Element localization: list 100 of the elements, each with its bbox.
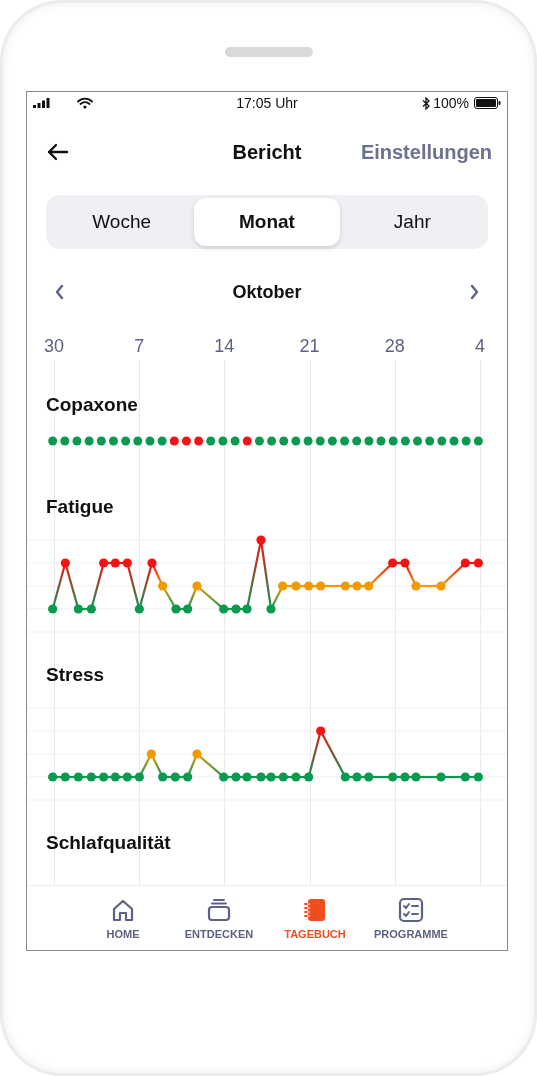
- data-point: [158, 581, 168, 591]
- data-point: [388, 772, 398, 782]
- day-label: 7: [134, 336, 145, 358]
- data-point: [291, 772, 301, 782]
- data-point: [352, 581, 362, 591]
- data-point: [86, 772, 96, 782]
- wifi-icon: [77, 97, 93, 109]
- data-point: [304, 581, 314, 591]
- data-point: [72, 436, 82, 446]
- data-point: [400, 436, 410, 446]
- data-point: [183, 772, 193, 782]
- data-point: [473, 558, 483, 568]
- data-point: [158, 772, 168, 782]
- data-point: [169, 436, 179, 446]
- data-point: [86, 604, 96, 614]
- notebook-icon: [302, 896, 328, 923]
- status-time: 17:05 Uhr: [236, 95, 298, 111]
- data-point: [219, 604, 229, 614]
- data-point: [460, 772, 470, 782]
- data-point: [436, 581, 446, 591]
- data-point: [192, 581, 202, 591]
- bluetooth-icon: [422, 96, 431, 110]
- signal-icon: [33, 98, 51, 108]
- data-point: [473, 436, 483, 446]
- data-point: [400, 772, 410, 782]
- data-point: [340, 772, 350, 782]
- data-point: [267, 436, 277, 446]
- data-point: [134, 772, 144, 782]
- nav-tab[interactable]: HOME: [78, 886, 168, 950]
- data-point: [449, 436, 459, 446]
- period-tab[interactable]: Jahr: [339, 198, 485, 246]
- data-point: [256, 772, 266, 782]
- data-point: [96, 436, 106, 446]
- data-point: [388, 436, 398, 446]
- data-point: [48, 604, 58, 614]
- data-point: [99, 558, 109, 568]
- data-point: [84, 436, 94, 446]
- data-point: [146, 749, 156, 759]
- data-point: [278, 581, 288, 591]
- data-point: [291, 581, 301, 591]
- data-point: [340, 581, 350, 591]
- data-point: [192, 749, 202, 759]
- data-point: [425, 436, 435, 446]
- data-point: [218, 436, 228, 446]
- data-point: [145, 436, 155, 446]
- data-point: [60, 558, 70, 568]
- nav-tab[interactable]: ENTDECKEN: [174, 886, 264, 950]
- data-point: [73, 604, 83, 614]
- data-point: [109, 436, 118, 446]
- data-point: [194, 436, 204, 446]
- data-point: [219, 772, 229, 782]
- section-title: Stress: [46, 663, 105, 687]
- data-point: [304, 772, 314, 782]
- data-point: [413, 436, 422, 446]
- data-point: [352, 772, 362, 782]
- data-point: [122, 558, 132, 568]
- data-point: [278, 772, 288, 782]
- period-tab[interactable]: Woche: [49, 198, 195, 246]
- data-point: [340, 436, 350, 446]
- battery-percent: 100%: [433, 95, 469, 111]
- data-point: [436, 772, 446, 782]
- section-title: Fatigue: [46, 495, 114, 519]
- data-point: [473, 772, 483, 782]
- data-point: [183, 604, 193, 614]
- data-point: [376, 436, 386, 446]
- day-label: 30: [44, 336, 64, 358]
- data-point: [400, 558, 410, 568]
- data-point: [279, 436, 289, 446]
- data-point: [122, 772, 132, 782]
- checklist-icon: [398, 896, 424, 923]
- period-tab[interactable]: Monat: [194, 198, 340, 246]
- data-point: [147, 558, 157, 568]
- data-point: [315, 436, 325, 446]
- data-point: [460, 558, 470, 568]
- data-point: [316, 726, 326, 736]
- day-label: 28: [384, 336, 405, 358]
- data-point: [171, 604, 181, 614]
- data-point: [121, 436, 131, 446]
- data-point: [364, 436, 374, 446]
- data-point: [411, 581, 421, 591]
- data-point: [303, 436, 313, 446]
- page-title: Bericht: [232, 140, 302, 164]
- data-point: [133, 436, 143, 446]
- data-point: [266, 604, 276, 614]
- data-point: [266, 772, 276, 782]
- stack-icon: [206, 896, 232, 923]
- data-point: [364, 581, 374, 591]
- data-point: [48, 436, 58, 446]
- data-point: [231, 604, 241, 614]
- data-point: [254, 436, 264, 446]
- data-point: [60, 772, 70, 782]
- data-point: [110, 772, 120, 782]
- nav-tab[interactable]: PROGRAMME: [366, 886, 456, 950]
- battery-icon: [474, 97, 501, 109]
- data-point: [48, 772, 58, 782]
- settings-link[interactable]: Einstellungen: [360, 140, 492, 164]
- data-point: [157, 436, 167, 446]
- section-title: Schlafqualität: [46, 831, 171, 855]
- data-point: [256, 535, 266, 545]
- nav-tab[interactable]: TAGEBUCH: [270, 886, 360, 950]
